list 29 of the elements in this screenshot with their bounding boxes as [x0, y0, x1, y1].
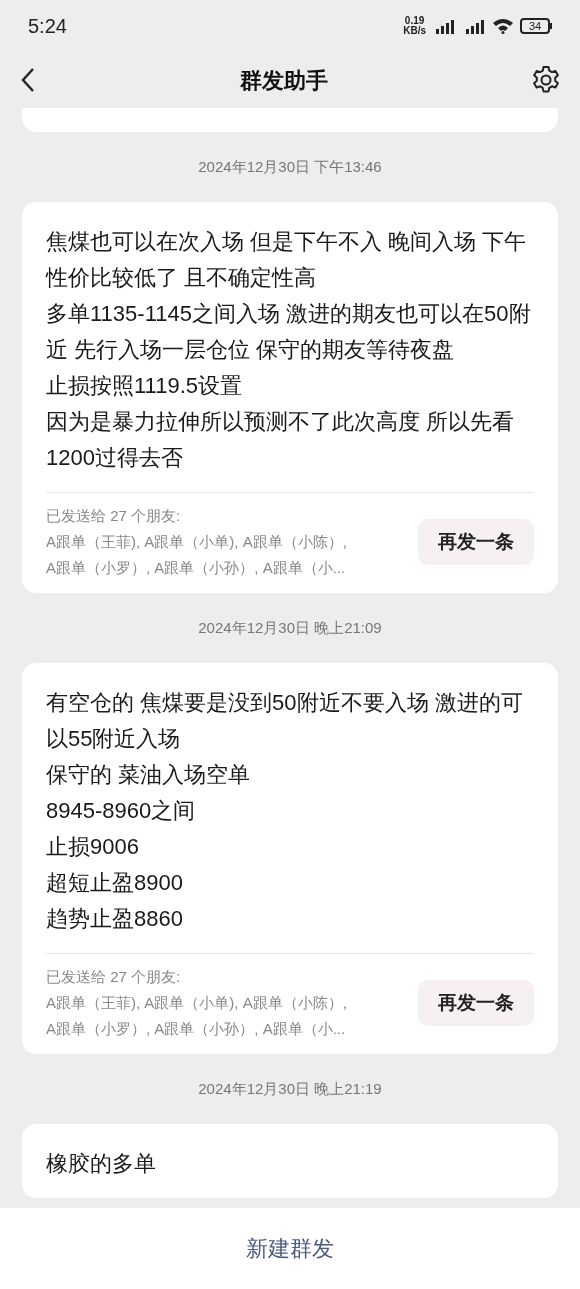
message-text: 焦煤也可以在次入场 但是下午不入 晚间入场 下午性价比较低了 且不确定性高: [46, 228, 528, 292]
status-time: 5:24: [28, 14, 67, 39]
recipient-list: A跟单（小罗）, A跟单（小孙）, A跟单（小...: [46, 555, 347, 581]
message-text: 保守的 菜油入场空单: [46, 761, 252, 789]
message-text: 因为是暴力拉伸所以预测不了此次高度 所以先看1200过得去否: [46, 408, 516, 472]
resend-button[interactable]: 再发一条: [418, 519, 534, 565]
message-text: 橡胶的多单: [46, 1150, 157, 1178]
recipient-list: A跟单（王菲), A跟单（小单), A跟单（小陈）,: [46, 529, 347, 555]
timestamp: 2024年12月30日 晚上21:19: [198, 1078, 382, 1099]
message-text: 多单1135-1145之间入场 激进的期友也可以在50附近 先行入场一层仓位 保守的期友等待夜盘: [46, 300, 532, 364]
sent-to-label: 已发送给 27 个朋友:: [46, 506, 182, 526]
timestamp: 2024年12月30日 下午13:46: [198, 156, 382, 177]
page-title: 群发助手: [240, 66, 328, 95]
message-text: 超短止盈8900: [46, 869, 184, 897]
message-text: 8945-8960之间: [46, 797, 197, 825]
battery-icon: 34: [520, 18, 552, 34]
message-text: 趋势止盈8860: [46, 905, 184, 933]
recipient-list: A跟单（小罗）, A跟单（小孙）, A跟单（小...: [46, 1016, 347, 1042]
network-speed-unit: KB/s: [403, 26, 426, 36]
message-text: 止损9006: [46, 833, 140, 861]
resend-button[interactable]: 再发一条: [418, 980, 534, 1026]
sent-to-label: 已发送给 27 个朋友:: [46, 967, 182, 987]
new-broadcast-button[interactable]: 新建群发: [230, 1224, 350, 1273]
network-speed-value: 0.19: [404, 16, 425, 26]
timestamp: 2024年12月30日 晚上21:09: [198, 617, 382, 638]
message-text: 有空仓的 焦煤要是没到50附近不要入场 激进的可以55附近入场: [46, 689, 524, 753]
message-text: 止损按照1119.5设置: [46, 372, 244, 400]
recipient-list: A跟单（王菲), A跟单（小单), A跟单（小陈）,: [46, 990, 347, 1016]
wifi-icon: [492, 18, 514, 34]
